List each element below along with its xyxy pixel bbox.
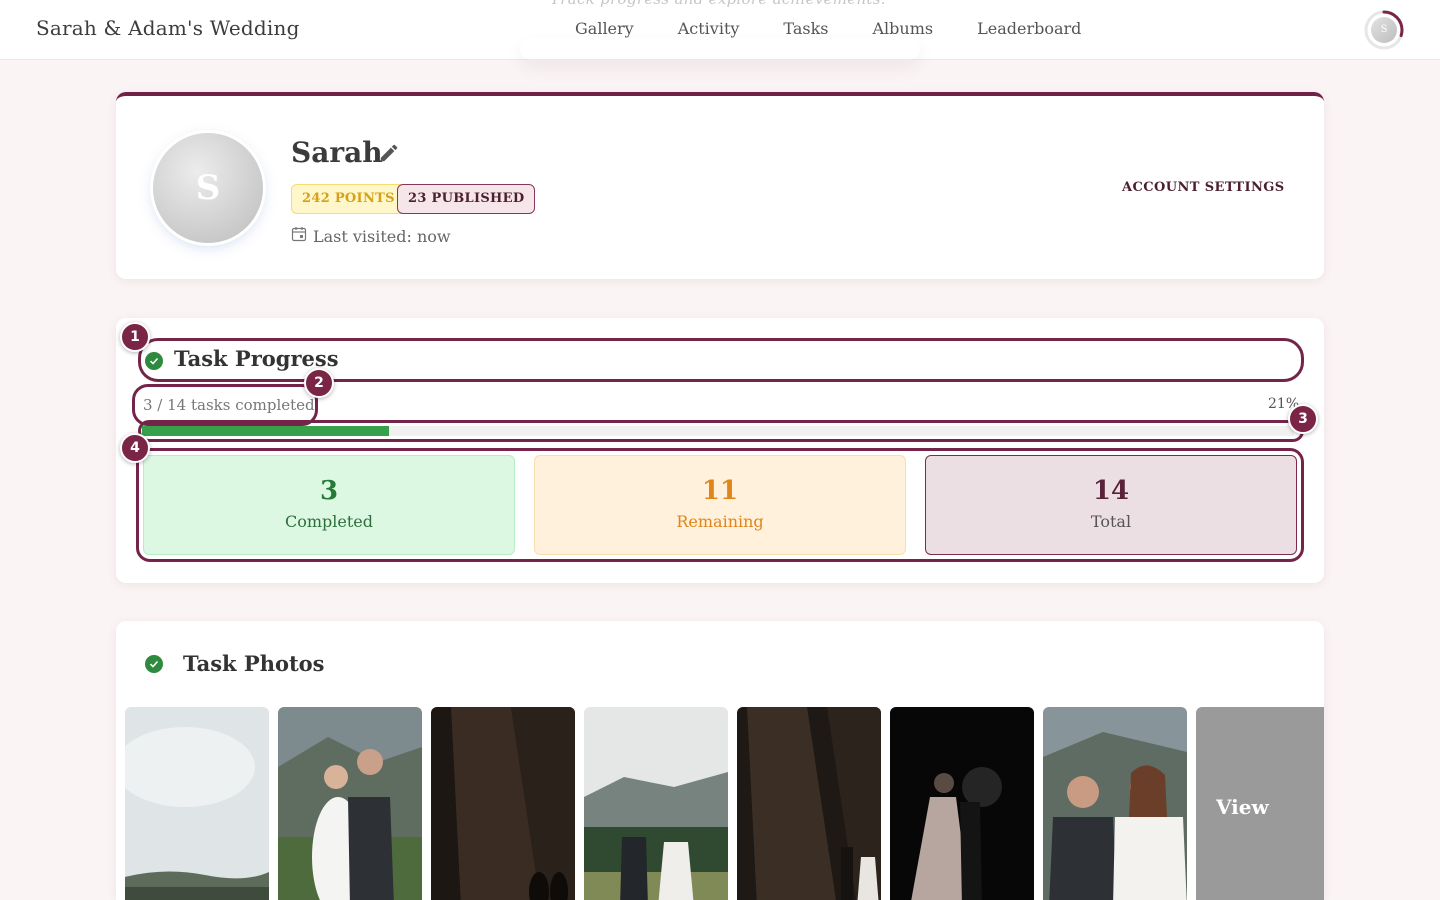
photo-thumbnail[interactable]	[584, 707, 728, 900]
photo-thumbnail[interactable]	[1043, 707, 1187, 900]
photo-thumbnail[interactable]	[278, 707, 422, 900]
stat-remaining-value: 11	[701, 476, 739, 506]
view-more-button[interactable]: View More	[1196, 707, 1324, 900]
tasks-completed-text: 3 / 14 tasks completed	[143, 396, 315, 414]
stat-remaining: 11 Remaining	[534, 455, 906, 555]
site-brand[interactable]: Sarah & Adam's Wedding	[36, 16, 300, 40]
stat-total: 14 Total	[925, 455, 1297, 555]
photo-thumbnail[interactable]	[890, 707, 1034, 900]
points-badge: 242 POINTS	[291, 184, 406, 214]
nav-gallery[interactable]: Gallery	[575, 19, 634, 38]
progress-bar-fill	[142, 426, 389, 436]
progress-bar-track	[142, 426, 1294, 436]
stat-completed-label: Completed	[284, 512, 373, 531]
last-visited: Last visited: now	[291, 226, 451, 246]
main-nav: Gallery Activity Tasks Albums Leaderboar…	[575, 19, 1125, 38]
profile-avatar[interactable]: S	[153, 133, 263, 243]
calendar-icon	[291, 226, 307, 246]
nav-leaderboard[interactable]: Leaderboard	[977, 19, 1081, 38]
stat-remaining-label: Remaining	[676, 512, 764, 531]
stat-total-value: 14	[1092, 476, 1130, 506]
photo-thumbnail[interactable]	[737, 707, 881, 900]
profile-name: Sarah	[291, 136, 383, 169]
task-progress-title: Task Progress	[174, 346, 339, 371]
avatar-initial-small: S	[1371, 17, 1397, 43]
stat-total-label: Total	[1090, 512, 1132, 531]
stat-completed-value: 3	[319, 476, 339, 506]
top-navigation-bar: Track progress and explore achievements.…	[0, 0, 1440, 60]
check-circle-icon	[145, 352, 163, 370]
task-progress-card: Task Progress 3 / 14 tasks completed 21%…	[116, 318, 1324, 583]
annotation-marker-3: 3	[1288, 404, 1318, 434]
nav-activity[interactable]: Activity	[678, 19, 740, 38]
stat-completed: 3 Completed	[143, 455, 515, 555]
task-photos-title: Task Photos	[183, 651, 325, 676]
annotation-marker-2: 2	[304, 368, 334, 398]
check-circle-icon	[145, 655, 163, 673]
nav-tasks[interactable]: Tasks	[783, 19, 828, 38]
edit-pencil-icon[interactable]	[378, 142, 400, 168]
annotation-marker-4: 4	[120, 433, 150, 463]
last-visited-text: Last visited: now	[313, 226, 451, 246]
photo-thumbnail[interactable]	[125, 707, 269, 900]
photo-thumbnail[interactable]	[431, 707, 575, 900]
page-subtitle-ghost: Track progress and explore achievements.	[550, 0, 886, 8]
published-badge[interactable]: 23 PUBLISHED	[397, 184, 536, 214]
user-avatar-menu[interactable]: S	[1364, 10, 1404, 50]
annotation-marker-1: 1	[120, 322, 150, 352]
nav-shadow	[520, 38, 920, 60]
account-settings-button[interactable]: ACCOUNT SETTINGS	[1122, 180, 1285, 195]
nav-albums[interactable]: Albums	[873, 19, 934, 38]
profile-card: S Sarah 242 POINTS 23 PUBLISHED Last vis…	[116, 92, 1324, 279]
task-photos-card: Task Photos View More	[116, 621, 1324, 900]
